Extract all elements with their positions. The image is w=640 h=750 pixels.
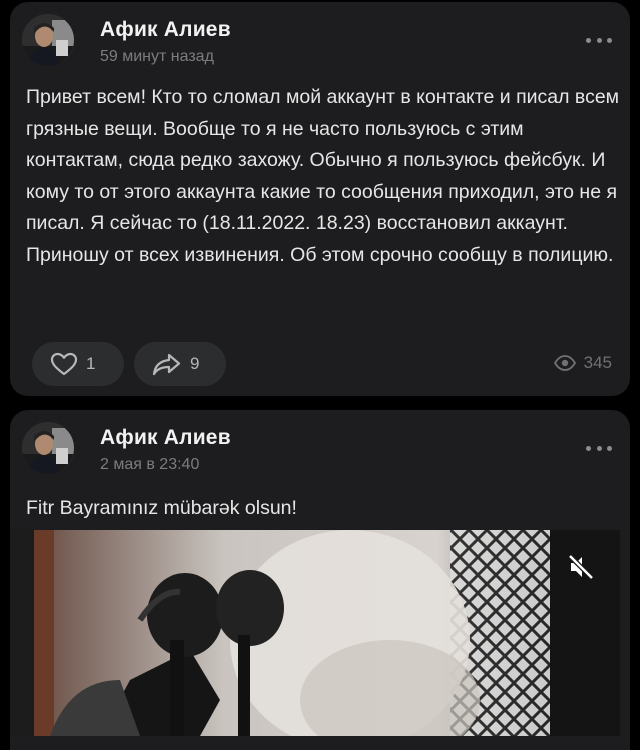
author-name[interactable]: Афик Алиев [100, 18, 231, 42]
post-header: Афик Алиев 59 минут назад [22, 14, 618, 70]
views-count: 345 [583, 353, 612, 372]
video-frame [10, 530, 620, 736]
like-count: 1 [86, 354, 96, 373]
post-time[interactable]: 2 мая в 23:40 [100, 456, 199, 474]
like-button[interactable]: 1 [32, 342, 124, 386]
share-arrow-icon [152, 353, 181, 376]
post-text: Fitr Bayramınız mübarək olsun! [26, 497, 297, 519]
avatar[interactable] [22, 14, 74, 66]
heart-icon [50, 352, 78, 376]
post-text: Привет всем! Кто то сломал мой аккаунт в… [26, 86, 620, 266]
post-actions: 1 9 345 [26, 342, 614, 386]
more-options-icon[interactable] [586, 36, 612, 44]
more-options-icon[interactable] [586, 444, 612, 452]
share-button[interactable]: 9 [134, 342, 226, 386]
avatar[interactable] [22, 422, 74, 474]
post-time[interactable]: 59 минут назад [100, 48, 214, 66]
author-name[interactable]: Афик Алиев [100, 426, 231, 450]
eye-icon [553, 355, 576, 371]
post-header: Афик Алиев 2 мая в 23:40 [22, 422, 618, 478]
volume-muted-icon[interactable] [566, 552, 596, 582]
post-card: Афик Алиев 59 минут назад Привет всем! К… [10, 2, 630, 396]
share-count: 9 [190, 354, 200, 373]
post-video[interactable] [10, 530, 620, 736]
views-counter: 345 [553, 353, 612, 373]
